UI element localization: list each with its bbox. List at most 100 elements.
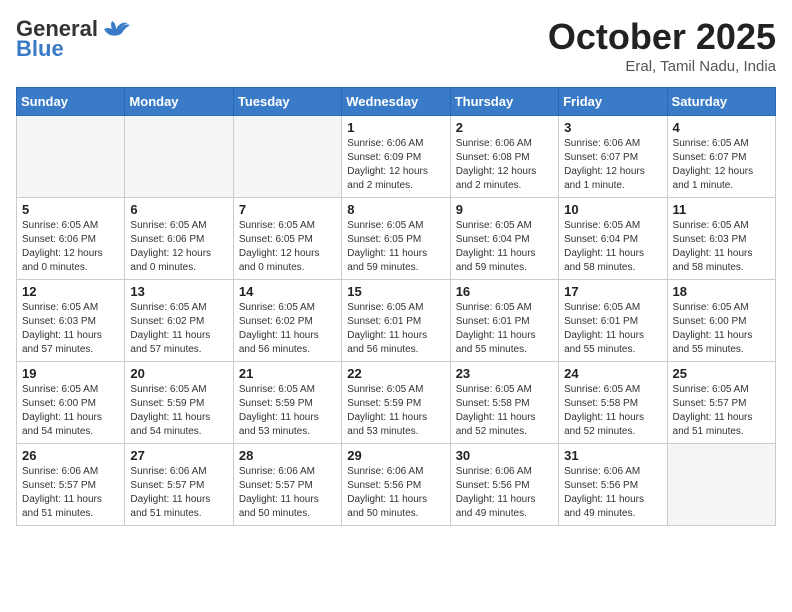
- logo: General Blue: [16, 16, 130, 62]
- calendar-cell: 19Sunrise: 6:05 AM Sunset: 6:00 PM Dayli…: [17, 362, 125, 444]
- logo-blue: Blue: [16, 36, 64, 62]
- calendar-cell: 29 Sunrise: 6:06 AM Sunset: 5:56 PM Dayli…: [342, 444, 450, 526]
- day-number: 12: [22, 284, 119, 299]
- calendar-cell: 28 Sunrise: 6:06 AM Sunset: 5:57 PM Dayli…: [233, 444, 341, 526]
- calendar-cell: 3 Sunrise: 6:06 AM Sunset: 6:07 PM Daylig…: [559, 116, 667, 198]
- calendar-cell: 4 Sunrise: 6:05 AM Sunset: 6:07 PM Daylig…: [667, 116, 775, 198]
- day-info: Sunrise: 6:05 AM Sunset: 5:59 PM Dayligh…: [130, 383, 227, 439]
- calendar-day-header: Wednesday: [342, 88, 450, 116]
- calendar-week-row: 5 Sunrise: 6:05 AM Sunset: 6:06 PM Daylig…: [17, 198, 776, 280]
- day-info: Sunrise: 6:05 AM Sunset: 6:03 PM Dayligh…: [22, 301, 119, 357]
- day-number: 16: [456, 284, 553, 299]
- calendar-cell: 20 Sunrise: 6:05 AM Sunset: 5:59 PM Dayli…: [125, 362, 233, 444]
- day-number: 26: [22, 448, 119, 463]
- day-info: Sunrise: 6:05 AM Sunset: 5:57 PM Dayligh…: [673, 383, 770, 439]
- day-number: 28: [239, 448, 336, 463]
- day-number: 13: [130, 284, 227, 299]
- day-info: Sunrise: 6:06 AM Sunset: 5:57 PM Dayligh…: [130, 465, 227, 521]
- calendar-week-row: 12 Sunrise: 6:05 AM Sunset: 6:03 PM Dayli…: [17, 280, 776, 362]
- day-number: 20: [130, 366, 227, 381]
- calendar-cell: 16Sunrise: 6:05 AM Sunset: 6:01 PM Dayli…: [450, 280, 558, 362]
- calendar-cell: 15 Sunrise: 6:05 AM Sunset: 6:01 PM Dayli…: [342, 280, 450, 362]
- calendar-table: SundayMondayTuesdayWednesdayThursdayFrid…: [16, 87, 776, 526]
- calendar-cell: 25Sunrise: 6:05 AM Sunset: 5:57 PM Dayli…: [667, 362, 775, 444]
- day-number: 2: [456, 120, 553, 135]
- calendar-cell: [17, 116, 125, 198]
- calendar-cell: 22 Sunrise: 6:05 AM Sunset: 5:59 PM Dayli…: [342, 362, 450, 444]
- calendar-cell: 30Sunrise: 6:06 AM Sunset: 5:56 PM Dayli…: [450, 444, 558, 526]
- day-info: Sunrise: 6:05 AM Sunset: 6:04 PM Dayligh…: [456, 219, 553, 275]
- day-number: 5: [22, 202, 119, 217]
- day-number: 23: [456, 366, 553, 381]
- day-number: 14: [239, 284, 336, 299]
- day-info: Sunrise: 6:05 AM Sunset: 6:06 PM Dayligh…: [22, 219, 119, 275]
- day-info: Sunrise: 6:05 AM Sunset: 6:03 PM Dayligh…: [673, 219, 770, 275]
- day-info: Sunrise: 6:05 AM Sunset: 6:00 PM Dayligh…: [22, 383, 119, 439]
- day-info: Sunrise: 6:06 AM Sunset: 6:07 PM Dayligh…: [564, 137, 661, 193]
- day-number: 10: [564, 202, 661, 217]
- calendar-cell: 10 Sunrise: 6:05 AM Sunset: 6:04 PM Dayli…: [559, 198, 667, 280]
- day-number: 24: [564, 366, 661, 381]
- day-number: 1: [347, 120, 444, 135]
- day-number: 4: [673, 120, 770, 135]
- calendar-header-row: SundayMondayTuesdayWednesdayThursdayFrid…: [17, 88, 776, 116]
- day-info: Sunrise: 6:06 AM Sunset: 5:56 PM Dayligh…: [347, 465, 444, 521]
- calendar-cell: 14Sunrise: 6:05 AM Sunset: 6:02 PM Dayli…: [233, 280, 341, 362]
- day-info: Sunrise: 6:05 AM Sunset: 6:02 PM Dayligh…: [130, 301, 227, 357]
- calendar-day-header: Monday: [125, 88, 233, 116]
- day-info: Sunrise: 6:05 AM Sunset: 6:07 PM Dayligh…: [673, 137, 770, 193]
- calendar-cell: [667, 444, 775, 526]
- day-info: Sunrise: 6:06 AM Sunset: 6:09 PM Dayligh…: [347, 137, 444, 193]
- day-number: 6: [130, 202, 227, 217]
- day-info: Sunrise: 6:06 AM Sunset: 5:56 PM Dayligh…: [564, 465, 661, 521]
- day-number: 22: [347, 366, 444, 381]
- calendar-cell: 24 Sunrise: 6:05 AM Sunset: 5:58 PM Dayli…: [559, 362, 667, 444]
- day-info: Sunrise: 6:05 AM Sunset: 5:59 PM Dayligh…: [347, 383, 444, 439]
- calendar-cell: 21 Sunrise: 6:05 AM Sunset: 5:59 PM Dayli…: [233, 362, 341, 444]
- calendar-cell: [233, 116, 341, 198]
- calendar-cell: 5 Sunrise: 6:05 AM Sunset: 6:06 PM Daylig…: [17, 198, 125, 280]
- day-number: 29: [347, 448, 444, 463]
- calendar-cell: 12 Sunrise: 6:05 AM Sunset: 6:03 PM Dayli…: [17, 280, 125, 362]
- day-number: 3: [564, 120, 661, 135]
- calendar-cell: 11Sunrise: 6:05 AM Sunset: 6:03 PM Dayli…: [667, 198, 775, 280]
- day-number: 9: [456, 202, 553, 217]
- page-header: General Blue October 2025 Eral, Tamil Na…: [16, 16, 776, 75]
- day-info: Sunrise: 6:06 AM Sunset: 6:08 PM Dayligh…: [456, 137, 553, 193]
- day-number: 21: [239, 366, 336, 381]
- day-info: Sunrise: 6:05 AM Sunset: 6:06 PM Dayligh…: [130, 219, 227, 275]
- day-info: Sunrise: 6:05 AM Sunset: 5:58 PM Dayligh…: [564, 383, 661, 439]
- calendar-week-row: 1 Sunrise: 6:06 AM Sunset: 6:09 PM Daylig…: [17, 116, 776, 198]
- calendar-cell: 18 Sunrise: 6:05 AM Sunset: 6:00 PM Dayli…: [667, 280, 775, 362]
- calendar-cell: 1 Sunrise: 6:06 AM Sunset: 6:09 PM Daylig…: [342, 116, 450, 198]
- calendar-week-row: 19Sunrise: 6:05 AM Sunset: 6:00 PM Dayli…: [17, 362, 776, 444]
- calendar-cell: 8Sunrise: 6:05 AM Sunset: 6:05 PM Daylig…: [342, 198, 450, 280]
- calendar-day-header: Sunday: [17, 88, 125, 116]
- calendar-cell: 6 Sunrise: 6:05 AM Sunset: 6:06 PM Daylig…: [125, 198, 233, 280]
- calendar-cell: 9 Sunrise: 6:05 AM Sunset: 6:04 PM Daylig…: [450, 198, 558, 280]
- calendar-cell: 23Sunrise: 6:05 AM Sunset: 5:58 PM Dayli…: [450, 362, 558, 444]
- day-info: Sunrise: 6:05 AM Sunset: 5:59 PM Dayligh…: [239, 383, 336, 439]
- calendar-cell: 7Sunrise: 6:05 AM Sunset: 6:05 PM Daylig…: [233, 198, 341, 280]
- calendar-cell: 31Sunrise: 6:06 AM Sunset: 5:56 PM Dayli…: [559, 444, 667, 526]
- day-info: Sunrise: 6:05 AM Sunset: 6:05 PM Dayligh…: [347, 219, 444, 275]
- day-info: Sunrise: 6:05 AM Sunset: 6:00 PM Dayligh…: [673, 301, 770, 357]
- month-title: October 2025: [548, 16, 776, 58]
- calendar-day-header: Tuesday: [233, 88, 341, 116]
- day-info: Sunrise: 6:06 AM Sunset: 5:57 PM Dayligh…: [22, 465, 119, 521]
- logo-bird-icon: [102, 19, 130, 39]
- calendar-cell: 27Sunrise: 6:06 AM Sunset: 5:57 PM Dayli…: [125, 444, 233, 526]
- calendar-cell: 2 Sunrise: 6:06 AM Sunset: 6:08 PM Daylig…: [450, 116, 558, 198]
- calendar-day-header: Thursday: [450, 88, 558, 116]
- day-info: Sunrise: 6:05 AM Sunset: 6:04 PM Dayligh…: [564, 219, 661, 275]
- day-info: Sunrise: 6:06 AM Sunset: 5:56 PM Dayligh…: [456, 465, 553, 521]
- calendar-cell: 17 Sunrise: 6:05 AM Sunset: 6:01 PM Dayli…: [559, 280, 667, 362]
- calendar-cell: 26 Sunrise: 6:06 AM Sunset: 5:57 PM Dayli…: [17, 444, 125, 526]
- title-block: October 2025 Eral, Tamil Nadu, India: [548, 16, 776, 75]
- day-info: Sunrise: 6:05 AM Sunset: 6:01 PM Dayligh…: [564, 301, 661, 357]
- day-number: 18: [673, 284, 770, 299]
- day-info: Sunrise: 6:06 AM Sunset: 5:57 PM Dayligh…: [239, 465, 336, 521]
- day-number: 15: [347, 284, 444, 299]
- day-number: 17: [564, 284, 661, 299]
- day-info: Sunrise: 6:05 AM Sunset: 6:01 PM Dayligh…: [347, 301, 444, 357]
